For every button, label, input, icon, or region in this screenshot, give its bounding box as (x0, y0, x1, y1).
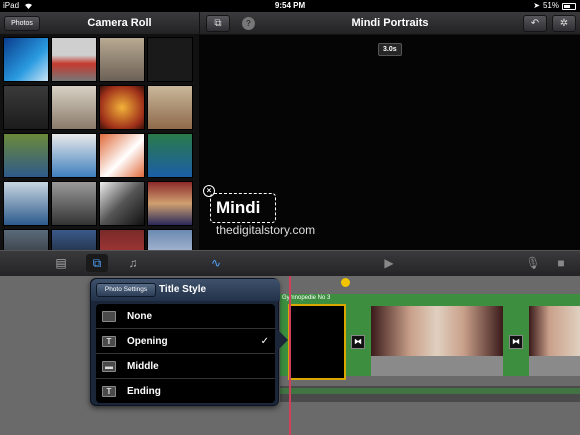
play-icon[interactable]: ▶ (378, 254, 400, 272)
popover-title: Title Style (159, 284, 207, 295)
photo-thumb[interactable] (99, 37, 145, 82)
option-label: Opening (127, 336, 168, 347)
option-label: Ending (127, 386, 161, 397)
photo-thumb[interactable] (51, 133, 97, 178)
transition-icon[interactable]: ⧓ (351, 335, 365, 349)
photo-clip-audio (371, 356, 503, 376)
battery-percent: 51% (542, 1, 559, 10)
status-time: 9:54 PM (274, 1, 306, 10)
photo-thumb[interactable] (147, 85, 193, 130)
title-text-box[interactable]: Mindi (210, 193, 276, 223)
photo-thumb[interactable] (147, 133, 193, 178)
photo-clip-audio (529, 356, 580, 376)
photos-button[interactable]: Photos (4, 16, 40, 31)
project-navbar: ⧉ ? Mindi Portraits ↶ ✲ (199, 12, 580, 35)
undo-button[interactable]: ↶ (523, 15, 547, 32)
video-browser-icon[interactable]: ▤ (50, 254, 72, 272)
duration-badge: 3.0s (378, 43, 402, 56)
audio-waveform-icon[interactable]: ∿ (205, 254, 227, 272)
title-style-none[interactable]: None (96, 304, 275, 329)
option-label: Middle (127, 361, 159, 372)
media-toolbar: ▤ ⧉ ♫ ∿ ▶ 🎙 ■ (0, 250, 580, 276)
checkmark-icon: ✓ (260, 336, 269, 347)
opening-style-icon: T (102, 336, 116, 347)
timeline[interactable]: Gymnopedie No 3 ⧓ ⧓ (0, 276, 580, 435)
photo-thumb[interactable] (3, 37, 49, 82)
title-clip[interactable] (288, 304, 346, 380)
gear-icon: ✲ (559, 18, 569, 29)
photo-thumb[interactable] (51, 181, 97, 226)
projects-icon: ⧉ (214, 18, 222, 29)
projects-button[interactable]: ⧉ (206, 15, 230, 32)
middle-style-icon: ▬ (102, 361, 116, 372)
photo-thumb[interactable] (3, 229, 49, 250)
photo-thumb[interactable] (99, 229, 145, 250)
preview-viewer[interactable]: 3.0s × Mindi thedigitalstory.com (199, 35, 580, 250)
help-icon[interactable]: ? (242, 17, 255, 30)
photo-thumb[interactable] (147, 229, 193, 250)
camera-roll-title: Camera Roll (87, 17, 152, 29)
audio-waveform (280, 388, 580, 394)
camera-icon[interactable]: ■ (550, 254, 572, 272)
status-right: ➤ 51% (533, 0, 576, 12)
camera-roll-navbar: Photos Camera Roll (0, 12, 199, 35)
title-style-ending[interactable]: T Ending (96, 379, 275, 403)
location-icon: ➤ (533, 1, 540, 10)
transition-icon[interactable]: ⧓ (509, 335, 523, 349)
photo-thumb[interactable] (99, 181, 145, 226)
photo-clip[interactable] (529, 306, 580, 356)
title-style-middle[interactable]: ▬ Middle (96, 354, 275, 379)
photo-browser-icon[interactable]: ⧉ (86, 254, 108, 272)
popover-header: Photo Settings Title Style (91, 279, 280, 301)
photo-thumb[interactable] (99, 85, 145, 130)
settings-button[interactable]: ✲ (552, 15, 576, 32)
status-bar: iPad 9:54 PM ➤ 51% (0, 0, 580, 12)
photo-settings-button[interactable]: Photo Settings (96, 283, 156, 297)
playhead[interactable] (289, 276, 291, 435)
option-label: None (127, 311, 152, 322)
photo-grid (0, 35, 199, 250)
photo-thumb[interactable] (3, 85, 49, 130)
photo-thumb[interactable] (3, 133, 49, 178)
title-style-opening[interactable]: T Opening ✓ (96, 329, 275, 354)
popover-arrow (278, 330, 288, 350)
battery-icon (562, 2, 576, 10)
photo-thumb[interactable] (51, 37, 97, 82)
photo-thumb[interactable] (3, 181, 49, 226)
photo-thumb[interactable] (147, 37, 193, 82)
title-style-list: None T Opening ✓ ▬ Middle T Ending (96, 304, 275, 403)
music-note-icon[interactable]: ♫ (122, 254, 144, 272)
microphone-icon[interactable]: 🎙 (522, 254, 544, 272)
watermark-text: thedigitalstory.com (216, 223, 316, 237)
playhead-knob[interactable] (341, 278, 350, 287)
photo-thumb[interactable] (51, 229, 97, 250)
undo-icon: ↶ (530, 18, 540, 29)
photo-clip[interactable] (371, 306, 503, 356)
photo-thumb[interactable] (51, 85, 97, 130)
ending-style-icon: T (102, 386, 116, 397)
photo-thumb[interactable] (147, 181, 193, 226)
title-style-popover: Photo Settings Title Style None T Openin… (90, 278, 280, 406)
none-style-icon (102, 311, 116, 322)
project-title: Mindi Portraits (351, 17, 429, 29)
photo-thumb[interactable] (99, 133, 145, 178)
